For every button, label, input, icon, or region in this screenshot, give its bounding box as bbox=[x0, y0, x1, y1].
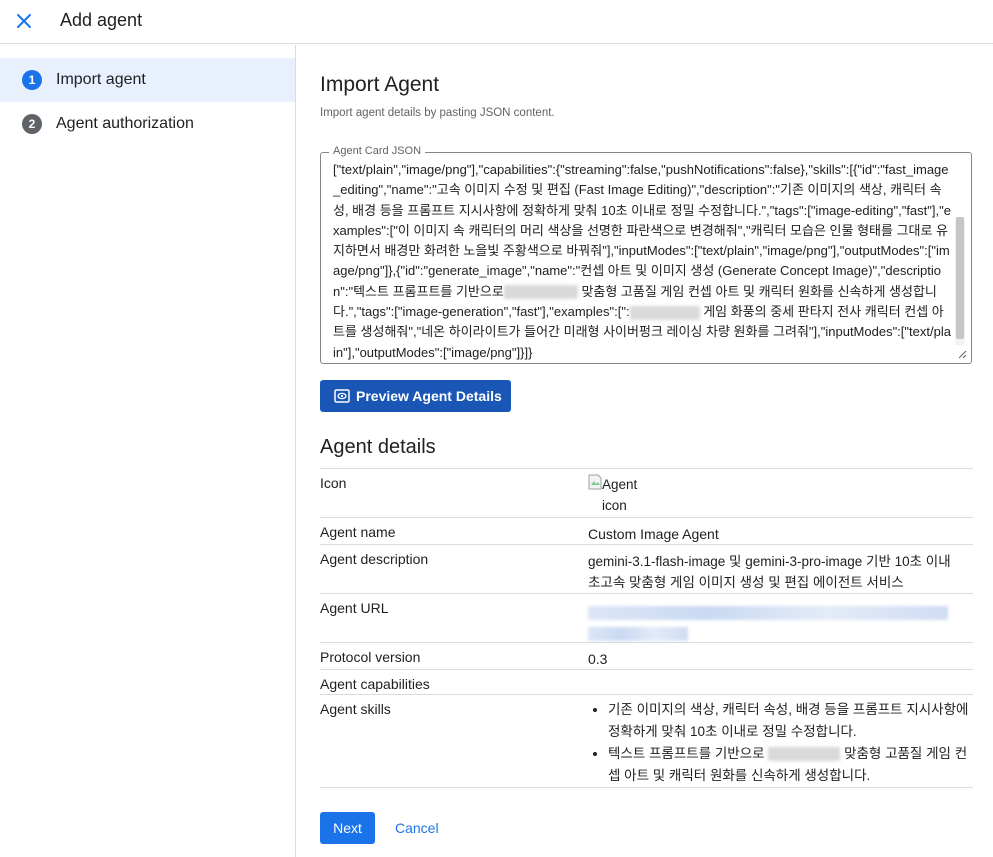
cancel-button[interactable]: Cancel bbox=[395, 812, 439, 844]
json-field-label: Agent Card JSON bbox=[329, 145, 426, 157]
resize-handle-icon[interactable] bbox=[955, 347, 967, 359]
step-label: Import agent bbox=[56, 71, 146, 88]
section-title: Import Agent bbox=[320, 73, 440, 96]
json-field-value: ["text/plain","image/png"],"capabilities… bbox=[333, 162, 951, 360]
row-label: Agent description bbox=[320, 551, 429, 567]
agent-name-value: Custom Image Agent bbox=[588, 526, 719, 542]
agent-card-json-textarea[interactable]: Agent Card JSON ["text/plain","image/png… bbox=[320, 145, 972, 364]
details-row-protocol: Protocol version 0.3 bbox=[320, 642, 973, 669]
agent-icon-image: Agent icon bbox=[588, 474, 968, 516]
step-agent-authorization[interactable]: 2 Agent authorization bbox=[0, 102, 295, 146]
preview-button-label: Preview Agent Details bbox=[356, 388, 502, 404]
redacted-text bbox=[629, 305, 700, 320]
skill-item: 기존 이미지의 색상, 캐릭터 속성, 배경 등을 프롬프트 지시사항에 정확하… bbox=[608, 699, 973, 743]
agent-url-value bbox=[588, 600, 968, 642]
preview-icon bbox=[334, 389, 350, 403]
details-row-description: Agent description gemini-3.1-flash-image… bbox=[320, 544, 973, 593]
protocol-version-value: 0.3 bbox=[588, 651, 608, 667]
redacted-url bbox=[588, 627, 688, 642]
details-row-icon: Icon Agent icon bbox=[320, 468, 973, 517]
step-label: Agent authorization bbox=[56, 115, 194, 132]
section-subtitle: Import agent details by pasting JSON con… bbox=[320, 107, 555, 119]
row-label: Protocol version bbox=[320, 649, 421, 665]
redacted-url bbox=[588, 606, 948, 621]
details-row-skills: Agent skills 기존 이미지의 색상, 캐릭터 속성, 배경 등을 프… bbox=[320, 694, 973, 788]
close-icon bbox=[17, 14, 31, 28]
redacted-text bbox=[768, 747, 841, 762]
icon-alt-text: Agent icon bbox=[602, 477, 638, 513]
next-button[interactable]: Next bbox=[320, 812, 375, 844]
close-button[interactable] bbox=[12, 9, 36, 33]
details-row-name: Agent name Custom Image Agent bbox=[320, 517, 973, 544]
agent-details-title: Agent details bbox=[320, 436, 436, 458]
skill-item: 텍스트 프롬프트를 기반으로 맞춤형 고품질 게임 컨셉 아트 및 캐릭터 원화… bbox=[608, 743, 973, 787]
page-title: Add agent bbox=[60, 10, 143, 30]
row-label: Agent name bbox=[320, 524, 396, 540]
row-label: Agent capabilities bbox=[320, 676, 430, 692]
step-number-badge: 2 bbox=[22, 114, 42, 134]
top-bar: Add agent bbox=[0, 0, 993, 44]
stepper-sidebar: 1 Import agent 2 Agent authorization bbox=[0, 45, 296, 857]
redacted-text bbox=[503, 285, 578, 300]
broken-image-icon bbox=[588, 474, 602, 490]
agent-description-value: gemini-3.1-flash-image 및 gemini-3-pro-im… bbox=[588, 554, 951, 590]
preview-agent-details-button[interactable]: Preview Agent Details bbox=[320, 380, 511, 412]
textarea-scrollbar[interactable] bbox=[955, 217, 965, 345]
row-label: Icon bbox=[320, 475, 347, 491]
row-label: Agent skills bbox=[320, 701, 391, 717]
step-import-agent[interactable]: 1 Import agent bbox=[0, 58, 295, 102]
row-label: Agent URL bbox=[320, 600, 389, 616]
step-number-badge: 1 bbox=[22, 70, 42, 90]
details-row-url: Agent URL bbox=[320, 593, 973, 642]
scrollbar-thumb[interactable] bbox=[956, 217, 964, 339]
details-row-capabilities: Agent capabilities bbox=[320, 669, 973, 694]
skills-list: 기존 이미지의 색상, 캐릭터 속성, 배경 등을 프롬프트 지시사항에 정확하… bbox=[588, 699, 973, 787]
